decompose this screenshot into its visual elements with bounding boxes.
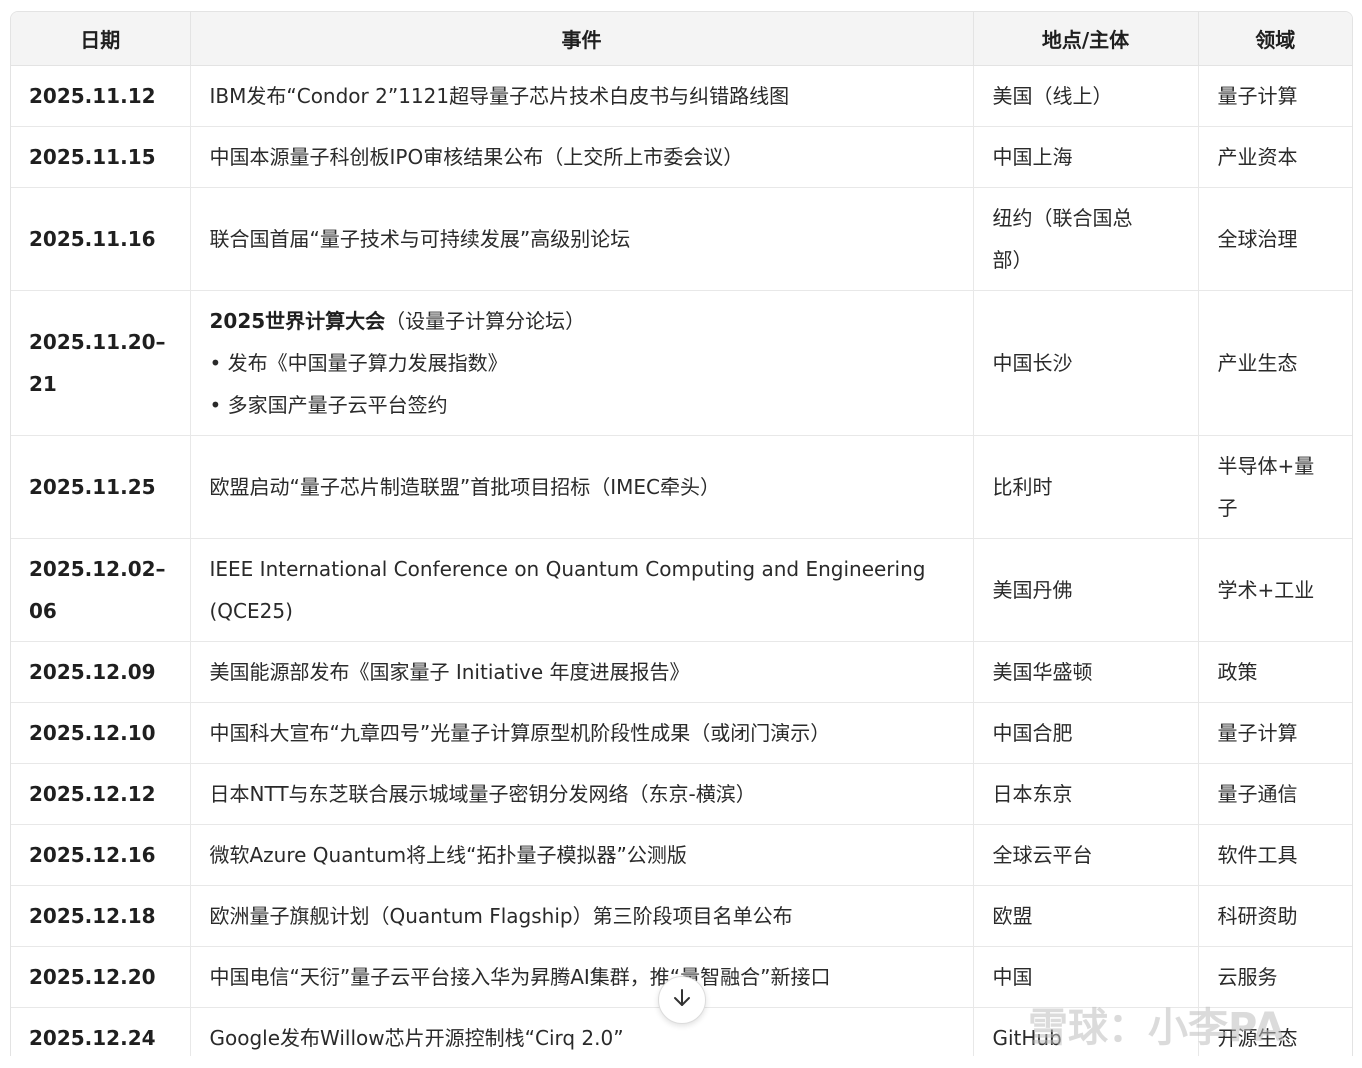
row-field: 量子计算	[1198, 65, 1352, 127]
row-field: 量子通信	[1198, 763, 1352, 825]
header-field: 领域	[1198, 12, 1352, 66]
table-row: 2025.12.18 欧洲量子旗舰计划（Quantum Flagship）第三阶…	[11, 885, 1352, 947]
events-table-container: 日期 事件 地点/主体 领域 2025.11.12 IBM发布“Condor 2…	[10, 11, 1353, 1056]
row-event-line: IEEE International Conference on Quantum…	[209, 557, 926, 581]
row-field: 全球治理	[1198, 187, 1352, 291]
row-place: 中国上海	[973, 126, 1199, 188]
row-date: 2025.11.25	[11, 435, 191, 539]
row-field: 科研资助	[1198, 885, 1352, 947]
row-place: 比利时	[973, 435, 1199, 539]
row-date-line: 2025.12.02–	[29, 557, 166, 581]
event-title-rest: （设量子计算分论坛）	[385, 309, 586, 333]
row-date: 2025.12.12	[11, 763, 191, 825]
table-row: 2025.12.16 微软Azure Quantum将上线“拓扑量子模拟器”公测…	[11, 824, 1352, 886]
row-event: Google发布Willow芯片开源控制栈“Cirq 2.0”	[190, 1007, 974, 1056]
table-row: 2025.12.02– 06 IEEE International Confer…	[11, 538, 1352, 642]
row-place: 日本东京	[973, 763, 1199, 825]
table-row: 2025.11.20–21 2025世界计算大会（设量子计算分论坛） • 发布《…	[11, 290, 1352, 436]
row-place: 中国	[973, 946, 1199, 1008]
row-event: 联合国首届“量子技术与可持续发展”高级别论坛	[190, 187, 974, 291]
row-field: 软件工具	[1198, 824, 1352, 886]
row-place: 美国（线上）	[973, 65, 1199, 127]
event-title-bold: 2025世界计算大会	[209, 309, 386, 333]
row-event: 微软Azure Quantum将上线“拓扑量子模拟器”公测版	[190, 824, 974, 886]
row-place: 美国丹佛	[973, 538, 1199, 642]
row-field: 产业资本	[1198, 126, 1352, 188]
row-event-line: (QCE25)	[209, 599, 293, 623]
table-row: 2025.11.12 IBM发布“Condor 2”1121超导量子芯片技术白皮…	[11, 65, 1352, 127]
row-field: 云服务	[1198, 946, 1352, 1008]
row-date: 2025.11.20–21	[11, 290, 191, 436]
row-place: 全球云平台	[973, 824, 1199, 886]
row-field: 半导体+量 子	[1198, 435, 1352, 539]
row-field-line: 子	[1217, 496, 1238, 520]
table-row: 2025.12.09 美国能源部发布《国家量子 Initiative 年度进展报…	[11, 641, 1352, 703]
row-place-line: 纽约（联合国总	[992, 206, 1133, 230]
row-place: 欧盟	[973, 885, 1199, 947]
row-field: 政策	[1198, 641, 1352, 703]
table-row: 2025.11.25 欧盟启动“量子芯片制造联盟”首批项目招标（IMEC牵头） …	[11, 435, 1352, 539]
row-date: 2025.11.15	[11, 126, 191, 188]
row-field-line: 半导体+量	[1217, 454, 1315, 478]
row-field: 量子计算	[1198, 702, 1352, 764]
events-table: 日期 事件 地点/主体 领域 2025.11.12 IBM发布“Condor 2…	[11, 12, 1352, 1056]
row-event-line: 2025世界计算大会（设量子计算分论坛）	[210, 300, 954, 342]
row-date: 2025.12.10	[11, 702, 191, 764]
row-place-line: 部）	[992, 248, 1033, 272]
row-date: 2025.12.02– 06	[11, 538, 191, 642]
row-date: 2025.12.24	[11, 1007, 191, 1056]
event-bullet-item: • 发布《中国量子算力发展指数》	[209, 351, 508, 375]
row-date: 2025.11.12	[11, 65, 191, 127]
row-field: 产业生态	[1198, 290, 1352, 436]
row-place: 中国长沙	[973, 290, 1199, 436]
row-date: 2025.12.09	[11, 641, 191, 703]
row-date: 2025.12.16	[11, 824, 191, 886]
row-field: 开源生态	[1198, 1007, 1352, 1056]
row-date-line: 06	[29, 599, 57, 623]
header-event: 事件	[190, 12, 974, 66]
row-date: 2025.12.18	[11, 885, 191, 947]
row-event: IEEE International Conference on Quantum…	[190, 538, 974, 642]
table-row: 2025.12.12 日本NTT与东芝联合展示城域量子密钥分发网络（东京-横滨）…	[11, 763, 1352, 825]
row-event: 中国电信“天衍”量子云平台接入华为昇腾AI集群，推“量智融合”新接口	[190, 946, 974, 1008]
row-event: 中国科大宣布“九章四号”光量子计算原型机阶段性成果（或闭门演示）	[190, 702, 974, 764]
scroll-to-bottom-button[interactable]	[658, 976, 706, 1024]
header-date: 日期	[11, 12, 191, 66]
table-row: 2025.11.15 中国本源量子科创板IPO审核结果公布（上交所上市委会议） …	[11, 126, 1352, 188]
row-date: 2025.12.20	[11, 946, 191, 1008]
row-place: 纽约（联合国总 部）	[973, 187, 1199, 291]
row-event: 欧洲量子旗舰计划（Quantum Flagship）第三阶段项目名单公布	[190, 885, 974, 947]
row-date: 2025.11.16	[11, 187, 191, 291]
event-bullet-item: • 多家国产量子云平台签约	[209, 393, 448, 417]
row-place: 美国华盛顿	[973, 641, 1199, 703]
row-place: GitHub	[973, 1007, 1199, 1056]
row-event: 中国本源量子科创板IPO审核结果公布（上交所上市委会议）	[190, 126, 974, 188]
row-event: 日本NTT与东芝联合展示城域量子密钥分发网络（东京-横滨）	[190, 763, 974, 825]
table-header-row: 日期 事件 地点/主体 领域	[11, 12, 1352, 66]
row-place: 中国合肥	[973, 702, 1199, 764]
arrow-down-icon	[671, 987, 693, 1013]
header-place: 地点/主体	[973, 12, 1199, 66]
row-field: 学术+工业	[1198, 538, 1352, 642]
table-row: 2025.12.10 中国科大宣布“九章四号”光量子计算原型机阶段性成果（或闭门…	[11, 702, 1352, 764]
row-event: 欧盟启动“量子芯片制造联盟”首批项目招标（IMEC牵头）	[190, 435, 974, 539]
row-event: IBM发布“Condor 2”1121超导量子芯片技术白皮书与纠错路线图	[190, 65, 974, 127]
table-row: 2025.11.16 联合国首届“量子技术与可持续发展”高级别论坛 纽约（联合国…	[11, 187, 1352, 291]
row-event: 美国能源部发布《国家量子 Initiative 年度进展报告》	[190, 641, 974, 703]
row-event: 2025世界计算大会（设量子计算分论坛） • 发布《中国量子算力发展指数》 • …	[190, 290, 974, 436]
